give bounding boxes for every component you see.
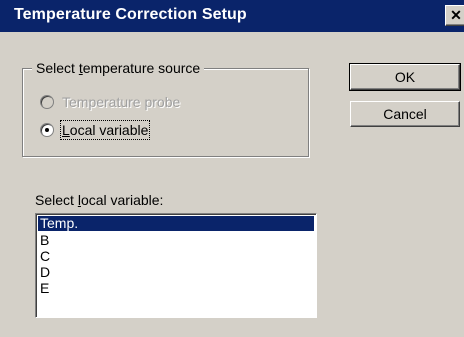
title-bar[interactable]: Temperature Correction Setup ✕ <box>0 0 464 32</box>
temperature-source-legend: Select temperature source <box>32 59 205 77</box>
list-item[interactable]: Temp. <box>38 216 314 231</box>
window-title: Temperature Correction Setup <box>14 6 247 23</box>
close-button[interactable]: ✕ <box>445 5 464 26</box>
local-variable-list-label: Select local variable: <box>35 192 164 208</box>
local-variable-label: Local variable <box>59 120 151 140</box>
list-item[interactable]: E <box>38 281 314 296</box>
close-icon: ✕ <box>450 7 462 23</box>
ok-button[interactable]: OK <box>349 63 461 91</box>
local-variable-listbox[interactable]: Temp. B C D E <box>35 213 317 318</box>
temperature-source-group <box>22 68 309 157</box>
temperature-probe-label: Temperature probe <box>62 94 181 110</box>
cancel-button[interactable]: Cancel <box>350 101 460 127</box>
radio-selected-icon <box>40 123 54 137</box>
list-item[interactable]: B <box>38 233 314 248</box>
list-item[interactable]: D <box>38 265 314 280</box>
list-item[interactable]: C <box>38 249 314 264</box>
radio-icon <box>40 95 54 109</box>
